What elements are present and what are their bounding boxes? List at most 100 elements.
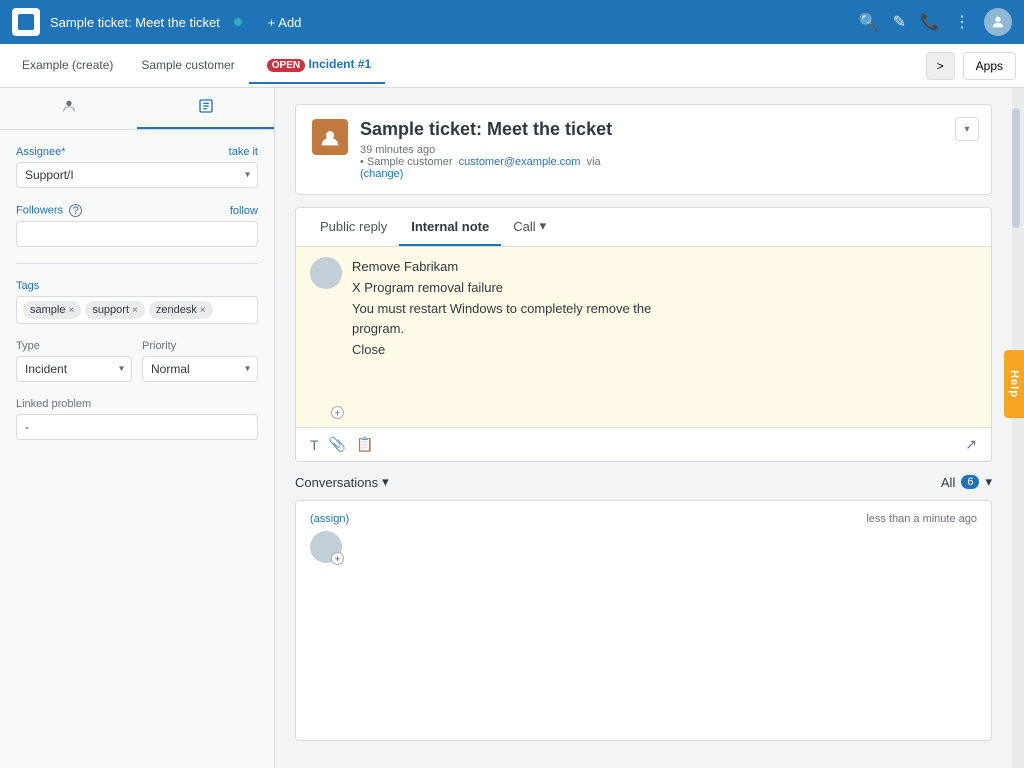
- apps-button[interactable]: Apps: [963, 52, 1016, 80]
- sidebar-tab-person[interactable]: [0, 88, 137, 129]
- tab-sample-customer[interactable]: Sample customer: [127, 48, 248, 84]
- sidebar-content: Assignee* take it Support/I Followers ? …: [0, 130, 274, 472]
- tab-example-create[interactable]: Example (create): [8, 48, 127, 84]
- insert-icon[interactable]: 📋: [356, 436, 373, 453]
- tab-bar-actions: > Apps: [926, 52, 1016, 80]
- tab-bar: Example (create) Sample customer OPEN In…: [0, 44, 1024, 88]
- ticket-change-meta: (change): [360, 168, 975, 180]
- phone-icon[interactable]: 📞: [920, 12, 940, 32]
- conversations-count-badge: 6: [961, 475, 979, 489]
- search-icon[interactable]: 🔍: [859, 12, 879, 32]
- take-it-link[interactable]: take it: [229, 146, 258, 158]
- followers-label: Followers ? follow: [16, 204, 258, 217]
- linked-problem-input[interactable]: [16, 414, 258, 440]
- follow-link[interactable]: follow: [230, 205, 258, 217]
- followers-input[interactable]: [16, 221, 258, 247]
- tag-zendesk-remove[interactable]: ×: [200, 305, 206, 316]
- reply-author-plus-icon: +: [331, 406, 344, 419]
- ticket-brand-avatar: [312, 119, 348, 155]
- open-badge: OPEN: [267, 59, 305, 72]
- tag-support: support ×: [85, 301, 145, 319]
- expand-icon[interactable]: ↗: [965, 436, 977, 453]
- type-select-wrapper: Incident Question Problem Task: [16, 356, 132, 382]
- reply-content-area[interactable]: + Remove Fabrikam X Program removal fail…: [296, 247, 991, 427]
- nav-left: Sample ticket: Meet the ticket + Add: [12, 8, 301, 36]
- conv-header: (assign) less than a minute ago: [310, 513, 977, 525]
- ticket-meta: 39 minutes ago: [360, 144, 975, 156]
- nav-right: 🔍 ✎ 📞 ⋮: [859, 8, 1012, 36]
- conv-avatar-plus: +: [331, 552, 344, 565]
- add-button[interactable]: + Add: [268, 15, 302, 30]
- ticket-info: Sample ticket: Meet the ticket 39 minute…: [360, 119, 975, 180]
- assignee-field: Assignee* take it Support/I: [16, 146, 258, 188]
- assignee-label: Assignee* take it: [16, 146, 258, 158]
- linked-problem-label: Linked problem: [16, 398, 258, 410]
- type-label: Type: [16, 340, 132, 352]
- nav-online-dot: [234, 18, 242, 26]
- assignee-select[interactable]: Support/I: [16, 162, 258, 188]
- ticket-header: Sample ticket: Meet the ticket 39 minute…: [295, 104, 992, 195]
- app-logo: [12, 8, 40, 36]
- tags-container[interactable]: sample × support × zendesk ×: [16, 296, 258, 324]
- priority-field: Priority Normal Low High Urgent: [142, 340, 258, 382]
- conv-assign-link[interactable]: (assign): [310, 513, 349, 525]
- ticket-email-link[interactable]: customer@example.com: [459, 156, 581, 168]
- scroll-thumb[interactable]: [1012, 108, 1020, 228]
- tab-more-button[interactable]: >: [926, 52, 955, 80]
- help-button[interactable]: Help: [1004, 350, 1024, 418]
- ticket-change-link[interactable]: (change): [360, 168, 403, 180]
- tags-field: Tags sample × support × zendesk ×: [16, 280, 258, 324]
- sidebar-tab-list[interactable]: [137, 88, 274, 129]
- tag-support-remove[interactable]: ×: [132, 305, 138, 316]
- reply-toolbar: T 📎 📋 ↗: [296, 427, 991, 461]
- reply-author-avatar: [310, 257, 342, 289]
- tab-internal-note[interactable]: Internal note: [399, 209, 501, 246]
- tag-sample: sample ×: [23, 301, 81, 319]
- call-chevron-icon: ▾: [540, 218, 547, 234]
- reply-tabs: Public reply Internal note Call ▾: [296, 208, 991, 247]
- reply-box: Public reply Internal note Call ▾ +: [295, 207, 992, 462]
- top-nav: Sample ticket: Meet the ticket + Add 🔍 ✎…: [0, 0, 1024, 44]
- tab-incident[interactable]: OPEN Incident #1: [249, 47, 385, 84]
- followers-field: Followers ? follow: [16, 204, 258, 247]
- sidebar-tabs: [0, 88, 274, 130]
- reply-author-avatar-wrap: +: [310, 257, 342, 417]
- type-select[interactable]: Incident Question Problem Task: [16, 356, 132, 382]
- priority-select-wrapper: Normal Low High Urgent: [142, 356, 258, 382]
- ticket-dropdown-button[interactable]: ▾: [955, 117, 979, 141]
- tab-public-reply[interactable]: Public reply: [308, 209, 399, 246]
- conv-body: +: [310, 531, 977, 563]
- conversations-filter[interactable]: All 6 ▾: [941, 474, 992, 490]
- conv-avatar-wrap: +: [310, 531, 342, 563]
- attachment-icon[interactable]: 📎: [329, 436, 346, 453]
- content-scroll-wrap: Sample ticket: Meet the ticket 39 minute…: [275, 88, 1024, 768]
- conversation-item: (assign) less than a minute ago +: [295, 500, 992, 741]
- conversations-chevron-icon: ▾: [382, 474, 389, 490]
- compose-icon[interactable]: ✎: [893, 12, 906, 32]
- user-avatar[interactable]: [984, 8, 1012, 36]
- linked-problem-field: Linked problem: [16, 398, 258, 440]
- ticket-customer-meta: • Sample customer customer@example.com v…: [360, 156, 975, 168]
- tag-sample-remove[interactable]: ×: [68, 305, 74, 316]
- nav-ticket-title: Sample ticket: Meet the ticket: [50, 15, 220, 30]
- content-area: Sample ticket: Meet the ticket 39 minute…: [275, 88, 1012, 768]
- conversations-label[interactable]: Conversations ▾: [295, 474, 389, 490]
- followers-info-icon: ?: [69, 204, 82, 217]
- tab-call[interactable]: Call ▾: [501, 208, 558, 246]
- conv-time: less than a minute ago: [866, 513, 977, 525]
- priority-select[interactable]: Normal Low High Urgent: [142, 356, 258, 382]
- content-inner: Sample ticket: Meet the ticket 39 minute…: [275, 88, 1012, 757]
- tags-label: Tags: [16, 280, 258, 292]
- text-format-icon[interactable]: T: [310, 437, 319, 453]
- scrollbar[interactable]: [1012, 88, 1024, 768]
- tag-zendesk: zendesk ×: [149, 301, 213, 319]
- assignee-select-wrapper: Support/I: [16, 162, 258, 188]
- reply-text: Remove Fabrikam X Program removal failur…: [352, 257, 651, 361]
- conversations-bar: Conversations ▾ All 6 ▾: [295, 474, 992, 490]
- conversations-filter-chevron: ▾: [985, 474, 992, 490]
- grid-icon[interactable]: ⋮: [954, 12, 970, 32]
- reply-text-content: Remove Fabrikam X Program removal failur…: [352, 257, 651, 417]
- ticket-title: Sample ticket: Meet the ticket: [360, 119, 975, 140]
- type-field: Type Incident Question Problem Task: [16, 340, 132, 382]
- main-layout: Assignee* take it Support/I Followers ? …: [0, 88, 1024, 768]
